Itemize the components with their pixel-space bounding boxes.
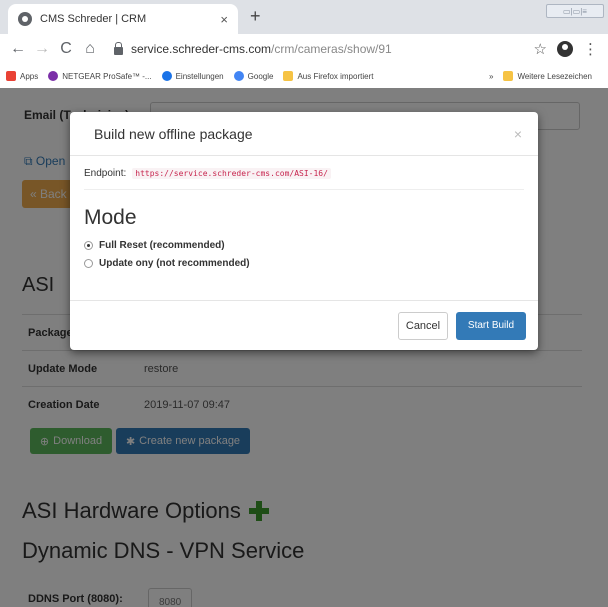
browser-toolbar: ← → C ⌂ service.schreder-cms.com /crm/ca… <box>0 34 608 64</box>
forward-arrow-icon[interactable]: → <box>30 37 54 61</box>
gear-icon <box>161 71 172 81</box>
radio-update-only[interactable] <box>84 258 93 268</box>
bookmark-apps[interactable]: Apps <box>6 71 38 81</box>
address-bar[interactable]: service.schreder-cms.com /crm/cameras/sh… <box>110 37 526 61</box>
back-arrow-icon[interactable]: ← <box>6 37 30 61</box>
tab-strip: CMS Schreder | CRM × + ▭|▭|≡ <box>0 0 608 34</box>
option-full-reset[interactable]: Full Reset (recommended) <box>84 236 524 254</box>
endpoint-row: Endpoint: https://service.schreder-cms.c… <box>84 168 524 190</box>
option-update-only[interactable]: Update ony (not recommended) <box>84 254 524 272</box>
build-package-modal: Build new offline package × Endpoint: ht… <box>70 112 538 350</box>
endpoint-url: https://service.schreder-cms.com/ASI-16/ <box>132 168 331 179</box>
star-icon[interactable]: ☆ <box>534 40 547 58</box>
account-icon[interactable] <box>557 41 573 57</box>
bookmark-netgear[interactable]: NETGEAR ProSafe™ -... <box>48 71 152 81</box>
folder-icon <box>503 71 514 81</box>
cancel-button[interactable]: Cancel <box>398 311 448 340</box>
tab-title: CMS Schreder | CRM <box>40 13 147 25</box>
radio-full-reset[interactable] <box>84 240 93 250</box>
modal-footer: Cancel Start Build <box>70 300 538 350</box>
menu-icon[interactable]: ⋮ <box>583 40 598 58</box>
url-path: /crm/cameras/show/91 <box>271 42 392 56</box>
window-controls[interactable]: ▭|▭|≡ <box>546 4 604 18</box>
modal-header: Build new offline package × <box>70 112 538 156</box>
new-tab-button[interactable]: + <box>250 6 261 27</box>
bookmark-other[interactable]: Weitere Lesezeichen <box>503 71 592 81</box>
endpoint-label: Endpoint: <box>84 168 127 179</box>
browser-chrome: CMS Schreder | CRM × + ▭|▭|≡ ← → C ⌂ ser… <box>0 0 608 88</box>
google-icon <box>233 71 244 81</box>
browser-tab[interactable]: CMS Schreder | CRM × <box>8 4 238 34</box>
modal-body: Endpoint: https://service.schreder-cms.c… <box>70 156 538 272</box>
mode-heading: Mode <box>84 206 137 229</box>
close-icon[interactable]: × <box>514 126 522 142</box>
apps-grid-icon <box>6 71 16 81</box>
netgear-icon <box>48 71 59 81</box>
bookmark-google[interactable]: Google <box>233 71 273 81</box>
start-build-button[interactable]: Start Build <box>456 311 526 340</box>
lock-icon <box>114 42 123 55</box>
bookmarks-bar: Apps NETGEAR ProSafe™ -... Einstellungen… <box>0 64 608 88</box>
bookmark-einstellungen[interactable]: Einstellungen <box>161 71 224 81</box>
modal-title: Build new offline package <box>94 125 253 142</box>
globe-icon <box>18 12 32 26</box>
reload-icon[interactable]: C <box>54 37 78 61</box>
bookmarks-overflow[interactable]: » <box>489 72 493 81</box>
folder-icon <box>283 71 294 81</box>
bookmark-firefox-import[interactable]: Aus Firefox importiert <box>283 71 373 81</box>
home-icon[interactable]: ⌂ <box>78 37 102 61</box>
url-host: service.schreder-cms.com <box>131 42 272 56</box>
close-tab-icon[interactable]: × <box>220 12 228 27</box>
